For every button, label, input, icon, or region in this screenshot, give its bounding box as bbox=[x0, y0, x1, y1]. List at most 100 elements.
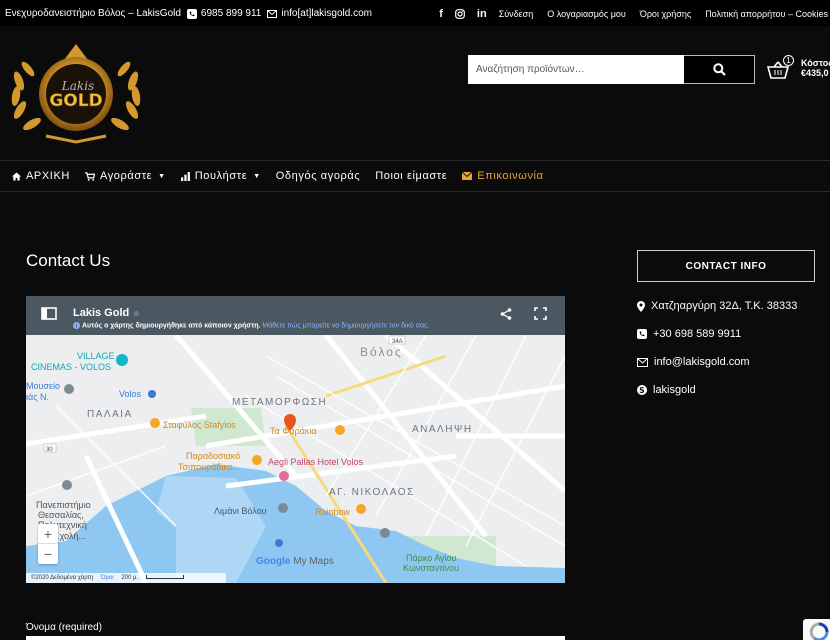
map-label-panepistimio: Πανεπιστήμιο bbox=[36, 500, 91, 510]
envelope-icon bbox=[637, 357, 648, 367]
map-label-palaia: ΠΑΛΑΙΑ bbox=[87, 409, 133, 420]
map-label-limani: Λιμάνι Βόλου bbox=[214, 506, 267, 516]
skype-text[interactable]: lakisgold bbox=[653, 384, 696, 396]
cart-count-badge: 1 bbox=[783, 55, 794, 66]
cart-total: €435,0 bbox=[801, 68, 829, 78]
map-notice: Αυτός ο χάρτης δημιουργήθηκε από κάποιον… bbox=[73, 322, 429, 329]
map-copyright: ©2020 Δεδομένα χάρτη bbox=[31, 575, 94, 581]
contact-phone: +30 698 589 9911 bbox=[637, 328, 741, 340]
cart-icon bbox=[85, 171, 95, 181]
nav-item-buy[interactable]: Αγοράστε ▼ bbox=[85, 170, 166, 182]
map-label-parko: Πάρκο Αγίου bbox=[406, 553, 457, 563]
home-icon bbox=[12, 171, 21, 181]
map-label-sxoli: Σχολή... bbox=[54, 531, 86, 541]
mymaps-wordmark: My Maps bbox=[293, 556, 334, 567]
my-account-link[interactable]: Ο λογαριασμός μου bbox=[547, 9, 626, 19]
email-text[interactable]: info@lakisgold.com bbox=[654, 356, 750, 368]
recaptcha-badge[interactable] bbox=[803, 619, 830, 640]
top-phone[interactable]: 6985 899 911 bbox=[201, 8, 261, 19]
embedded-map[interactable]: 34A 30 Lakis Gold Αυτός ο χάρτης δημιουρ… bbox=[26, 296, 565, 583]
terms-link[interactable]: Όροι χρήσης bbox=[640, 9, 691, 19]
search-button[interactable] bbox=[684, 55, 755, 84]
svg-text:S: S bbox=[639, 386, 644, 395]
top-bar: Ενεχυροδανειστήριο Βόλος – LakisGold 698… bbox=[0, 0, 830, 26]
contact-skype: S lakisgold bbox=[637, 384, 696, 396]
road-badge-30: 30 bbox=[46, 447, 53, 453]
map-canvas[interactable]: 34A 30 bbox=[26, 296, 565, 583]
top-bar-links: f in Σύνδεση Ο λογαριασμός μου Όροι χρήσ… bbox=[439, 8, 830, 20]
contact-info-button[interactable]: CONTACT INFO bbox=[637, 250, 815, 282]
sidebar-toggle-icon[interactable] bbox=[41, 307, 57, 320]
search-icon bbox=[712, 63, 726, 76]
map-title: Lakis Gold bbox=[73, 307, 130, 319]
star-icon[interactable] bbox=[133, 310, 140, 317]
envelope-icon bbox=[267, 9, 278, 18]
main-navigation: ΑΡΧΙΚΗ Αγοράστε ▼ Πουλήστε ▼ Οδηγός αγορ… bbox=[0, 160, 830, 192]
phone-text[interactable]: +30 698 589 9911 bbox=[653, 328, 741, 340]
facebook-icon[interactable]: f bbox=[439, 8, 443, 20]
phone-icon bbox=[637, 329, 647, 339]
tagline: Ενεχυροδανειστήριο Βόλος – LakisGold bbox=[5, 8, 181, 19]
zoom-in-button[interactable]: + bbox=[38, 524, 58, 544]
map-scale: 200 μ. bbox=[121, 575, 139, 581]
nav-item-home[interactable]: ΑΡΧΙΚΗ bbox=[12, 170, 70, 182]
skype-icon: S bbox=[637, 385, 647, 395]
map-label-faraki: Τα Φαράκια bbox=[270, 426, 317, 436]
top-bar-contact: Ενεχυροδανειστήριο Βόλος – LakisGold 698… bbox=[5, 8, 378, 19]
map-label-ag-nikolaos: ΑΓ. ΝΙΚΟΛΑΟΣ bbox=[329, 487, 415, 498]
nav-label: ΑΡΧΙΚΗ bbox=[26, 170, 70, 182]
nav-label: Ποιοι είμαστε bbox=[375, 170, 448, 182]
instagram-icon[interactable] bbox=[454, 9, 465, 19]
login-link[interactable]: Σύνδεση bbox=[499, 9, 534, 19]
map-label-thessalias: Θεσσαλίας, bbox=[38, 510, 84, 520]
info-icon bbox=[73, 322, 80, 329]
nav-item-about[interactable]: Ποιοι είμαστε bbox=[375, 170, 447, 182]
fullscreen-icon[interactable] bbox=[534, 307, 547, 320]
map-label-volos: Βόλος bbox=[360, 345, 403, 359]
name-field[interactable] bbox=[26, 636, 565, 640]
phone-icon bbox=[186, 8, 197, 19]
nav-label: Αγοράστε bbox=[99, 170, 153, 182]
recaptcha-icon bbox=[809, 622, 829, 640]
map-label-volos-station: Volos bbox=[119, 389, 142, 399]
map-label-analipsi: ΑΝΑΛΗΨΗ bbox=[412, 424, 473, 435]
nav-item-contact[interactable]: Επικοινωνία bbox=[462, 170, 543, 182]
chevron-down-icon: ▼ bbox=[253, 172, 261, 180]
nav-label: Επικοινωνία bbox=[477, 170, 544, 182]
map-label-konstantinou: Κωνσταντίνου bbox=[403, 563, 460, 573]
map-label-cinemas: CINEMAS - VOLOS bbox=[31, 362, 112, 372]
map-footer: ©2020 Δεδομένα χάρτη Όροι 200 μ. bbox=[26, 573, 226, 583]
privacy-link[interactable]: Πολιτική απορρήτου – Cookies bbox=[705, 9, 828, 19]
google-mymaps-logo: Google My Maps bbox=[256, 556, 334, 567]
chart-icon bbox=[180, 171, 190, 181]
nav-item-buying-guide[interactable]: Οδηγός αγοράς bbox=[276, 170, 360, 182]
product-search bbox=[468, 55, 755, 84]
map-label-paradosiako: Παραδοσιακό bbox=[186, 451, 241, 461]
nav-label: Οδηγός αγοράς bbox=[275, 170, 361, 182]
search-input[interactable] bbox=[468, 55, 684, 84]
map-label-stafylos: Σταφύλος Stafylos bbox=[163, 420, 236, 430]
address-text: Χατζηαργύρη 32Δ, Τ.Κ. 38333 bbox=[651, 300, 798, 312]
nav-label: Πουλήστε bbox=[194, 170, 248, 182]
map-label-rainbow: Rainbow bbox=[315, 507, 351, 517]
logo-word: GOLD bbox=[49, 91, 102, 111]
linkedin-icon[interactable]: in bbox=[477, 8, 487, 20]
name-field-label: Όνομα (required) bbox=[26, 622, 102, 633]
map-label-mouseio: Μουσείο bbox=[26, 381, 60, 391]
map-header: Lakis Gold Αυτός ο χάρτης δημιουργήθηκε … bbox=[26, 296, 565, 335]
nav-item-sell[interactable]: Πουλήστε ▼ bbox=[180, 170, 261, 182]
cart-label: Κόστος bbox=[801, 58, 830, 68]
mini-cart[interactable]: 1 Κόστος €435,0 bbox=[767, 55, 830, 85]
lakisgold-logo[interactable]: Lakis GOLD bbox=[6, 38, 146, 148]
map-scale-bar bbox=[145, 575, 184, 580]
share-icon[interactable] bbox=[500, 308, 512, 320]
google-wordmark: Google bbox=[256, 556, 291, 567]
map-label-mouseio-2: ιάς Ν. bbox=[26, 392, 50, 402]
chevron-down-icon: ▼ bbox=[158, 172, 166, 180]
page-title: Contact Us bbox=[26, 251, 111, 270]
top-email[interactable]: info[at]lakisgold.com bbox=[281, 8, 372, 19]
map-terms-link[interactable]: Όροι bbox=[101, 575, 114, 581]
zoom-out-button[interactable]: − bbox=[38, 544, 58, 564]
map-notice-link[interactable]: Μάθετε πώς μπορείτε να δημιουργήσετε τον… bbox=[262, 322, 429, 329]
contact-address: Χατζηαργύρη 32Δ, Τ.Κ. 38333 bbox=[637, 300, 797, 312]
